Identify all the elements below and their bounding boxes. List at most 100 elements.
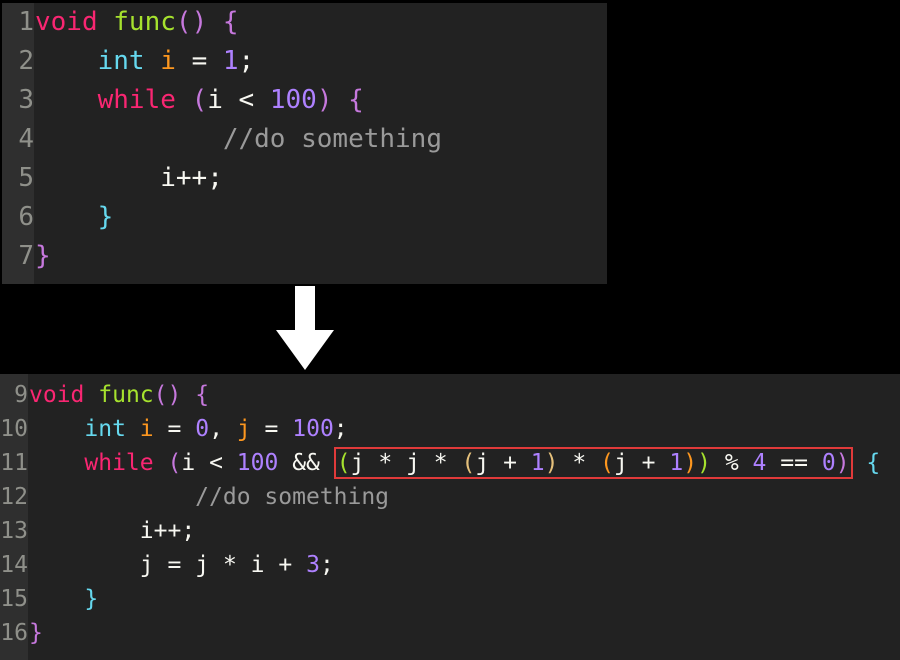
variable-i: i — [160, 46, 176, 76]
operator: + — [503, 450, 517, 476]
code-line: 9 void func() { — [0, 378, 900, 412]
statement: i++; — [139, 518, 196, 544]
paren: ) — [835, 450, 850, 476]
code-line: 5 i++; — [2, 159, 607, 198]
code-line: 10 int i = 0, j = 100; — [0, 412, 900, 446]
line-number: 5 — [18, 163, 34, 193]
number: 0 — [821, 450, 836, 476]
down-arrow-icon — [276, 286, 334, 370]
operator: = — [191, 46, 208, 76]
line-number: 1 — [18, 7, 34, 37]
line-number: 16 — [0, 620, 28, 646]
code-line: 13 i++; — [0, 514, 900, 548]
keyword-int: int — [84, 416, 126, 442]
brace: { — [866, 450, 881, 476]
keyword-void: void — [29, 382, 85, 408]
variable-j: j — [475, 450, 490, 476]
line-number: 7 — [18, 241, 34, 271]
operator: * — [222, 552, 237, 578]
brace: { — [195, 382, 210, 408]
paren: ( — [461, 450, 476, 476]
variable-j: j — [236, 416, 251, 442]
line-number: 2 — [18, 46, 34, 76]
brace: } — [97, 202, 114, 232]
operator: < — [238, 85, 255, 115]
keyword-while: while — [97, 85, 176, 115]
paren: ) — [191, 7, 208, 37]
comment: //do something — [222, 124, 442, 154]
paren: ( — [175, 7, 192, 37]
function-name: func — [98, 382, 154, 408]
line-number: 9 — [14, 382, 28, 408]
paren: ) — [544, 450, 559, 476]
paren: ( — [167, 450, 182, 476]
number: 100 — [269, 85, 317, 115]
line-number: 13 — [0, 518, 28, 544]
code-line: 11 while (i < 100 && (j * j * (j + 1) * … — [0, 446, 900, 480]
comment: //do something — [195, 484, 390, 510]
code-line: 4 //do something — [2, 120, 607, 159]
code-line: 6 } — [2, 198, 607, 237]
operator: < — [209, 450, 223, 476]
number: 100 — [292, 416, 334, 442]
paren: ) — [316, 85, 333, 115]
operator: * — [433, 450, 448, 476]
number: 3 — [306, 552, 320, 578]
highlighted-expression: (j * j * (j + 1) * (j + 1)) % 4 == 0) — [333, 447, 853, 479]
code-editor-after: 9 void func() { 10 int i = 0, j = 100; 1… — [0, 374, 900, 660]
brace: } — [35, 241, 51, 271]
paren: ( — [191, 85, 208, 115]
number: 4 — [752, 450, 767, 476]
semicolon: ; — [238, 46, 255, 76]
brace: { — [348, 85, 364, 115]
variable-j: j — [139, 552, 154, 578]
code-line: 7 } — [2, 237, 607, 276]
keyword-void: void — [35, 7, 98, 37]
operator: = — [264, 416, 279, 442]
number: 1 — [669, 450, 684, 476]
semicolon: ; — [333, 416, 348, 442]
statement: i++; — [160, 163, 223, 193]
variable-i: i — [139, 416, 154, 442]
variable-i: i — [181, 450, 196, 476]
variable-j: j — [613, 450, 628, 476]
number: 1 — [222, 46, 239, 76]
code-line: 2 int i = 1; — [2, 42, 607, 81]
number: 1 — [530, 450, 545, 476]
operator: = — [167, 416, 182, 442]
function-name: func — [113, 7, 176, 37]
code-editor-before: 1 void func() { 2 int i = 1; 3 while (i … — [2, 3, 607, 284]
variable-j: j — [406, 450, 420, 476]
paren: ) — [167, 382, 182, 408]
code-line: 14 j = j * i + 3; — [0, 548, 900, 582]
paren: ( — [336, 450, 351, 476]
line-number: 3 — [18, 85, 34, 115]
brace: } — [84, 586, 99, 612]
operator: * — [378, 450, 393, 476]
paren: ) — [683, 450, 698, 476]
comma: , — [209, 416, 223, 442]
brace: } — [29, 620, 43, 646]
code-line: 16 } — [0, 616, 900, 650]
variable-j: j — [350, 450, 365, 476]
operator: % — [724, 450, 739, 476]
operator: && — [292, 450, 320, 476]
code-line: 12 //do something — [0, 480, 900, 514]
operator: + — [278, 552, 293, 578]
variable-j: j — [195, 552, 210, 578]
line-number: 11 — [0, 450, 28, 476]
operator: + — [641, 450, 656, 476]
line-number: 12 — [0, 484, 28, 510]
line-number: 10 — [0, 416, 28, 442]
variable-i: i — [250, 552, 265, 578]
line-number: 15 — [0, 586, 28, 612]
paren: ( — [153, 382, 168, 408]
line-number: 4 — [18, 124, 34, 154]
line-number: 6 — [18, 202, 34, 232]
number: 0 — [195, 416, 210, 442]
keyword-int: int — [97, 46, 145, 76]
code-line: 1 void func() { — [2, 3, 607, 42]
number: 100 — [236, 450, 279, 476]
operator: == — [780, 450, 808, 476]
paren: ) — [697, 450, 711, 476]
